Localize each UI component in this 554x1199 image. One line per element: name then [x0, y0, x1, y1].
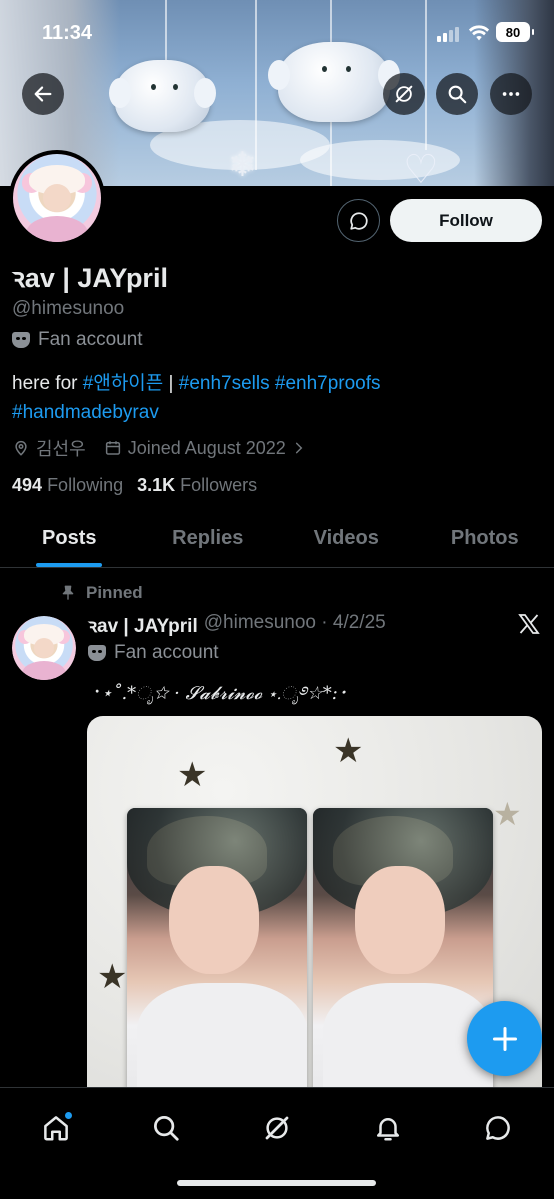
followers-count: 3.1K — [137, 475, 176, 495]
tab-photos[interactable]: Photos — [416, 510, 554, 567]
post-header: ꝛav | JAYpril @himesunoo · 4/2/25 — [88, 612, 386, 638]
tab-videos[interactable]: Videos — [277, 510, 416, 567]
bio-hashtag[interactable]: #앤하이픈 — [83, 373, 164, 394]
grok-icon — [395, 85, 413, 103]
avatar-image — [13, 154, 101, 242]
post-category-label: Fan account — [114, 642, 219, 663]
messages-icon — [486, 1116, 510, 1140]
message-icon — [349, 211, 368, 230]
followers-link[interactable]: 3.1K Followers — [137, 475, 257, 496]
following-label: Following — [47, 475, 124, 495]
mask-icon — [88, 645, 106, 661]
home-indicator[interactable] — [177, 1180, 376, 1186]
follow-button[interactable]: Follow — [390, 199, 542, 242]
post-author-name[interactable]: ꝛav | JAYpril — [88, 612, 198, 638]
media-star: ★ — [493, 796, 522, 832]
profile-category: Fan account — [12, 329, 143, 351]
display-name: ꝛav | JAYpril — [12, 263, 168, 293]
location-pin-icon — [15, 440, 27, 456]
bio-separator: | — [163, 373, 179, 394]
photocard — [313, 808, 493, 1088]
x-logo-icon — [518, 614, 540, 634]
battery-indicator: 80 — [496, 22, 534, 42]
pinned-label: Pinned — [86, 583, 143, 602]
profile-location: 김선우 — [12, 435, 86, 461]
profile-stats: 494 Following 3.1K Followers — [12, 475, 257, 496]
bell-icon — [377, 1118, 399, 1141]
profile-handle: @himesunoo — [12, 298, 125, 319]
chevron-right-icon — [295, 442, 303, 454]
profile-avatar[interactable] — [9, 150, 105, 246]
back-button[interactable] — [22, 73, 64, 115]
media-star: ★ — [97, 958, 128, 996]
media-star: ★ — [333, 732, 364, 770]
bio-text: here for — [12, 373, 83, 394]
nav-home[interactable] — [34, 1106, 78, 1150]
profile-tabs: Posts Replies Videos Photos — [0, 510, 554, 568]
calendar-icon — [105, 441, 120, 455]
tab-replies[interactable]: Replies — [139, 510, 278, 567]
profile-meta: 김선우 Joined August 2022 — [12, 435, 324, 461]
search-icon — [154, 1116, 179, 1141]
nav-messages[interactable] — [476, 1106, 520, 1150]
bio-hashtag[interactable]: #enh7proofs — [275, 373, 381, 394]
pin-icon — [62, 585, 74, 600]
mask-icon — [12, 332, 30, 348]
search-icon — [448, 85, 467, 104]
profile-joined[interactable]: Joined August 2022 — [104, 438, 306, 459]
post-avatar[interactable] — [12, 616, 76, 680]
message-button[interactable] — [337, 199, 380, 242]
nav-notifications[interactable] — [366, 1106, 410, 1150]
bio-hashtag[interactable]: #handmadebyrav — [12, 402, 159, 423]
profile-category-label: Fan account — [38, 329, 143, 350]
plus-icon — [492, 1026, 517, 1051]
more-icon — [502, 92, 520, 96]
profile-bio: here for #앤하이픈 | #enh7sells #enh7proofs … — [12, 369, 542, 427]
photocard — [127, 808, 307, 1088]
banner-snowflake: ❄ — [228, 146, 257, 184]
bio-hashtag[interactable]: #enh7sells — [179, 373, 270, 394]
banner-charm — [109, 60, 216, 132]
search-button[interactable] — [436, 73, 478, 115]
media-star: ★ — [177, 756, 208, 794]
back-arrow-icon — [34, 86, 52, 102]
post-handle-date: @himesunoo · 4/2/25 — [203, 612, 386, 633]
more-button[interactable] — [490, 73, 532, 115]
post-avatar-image — [12, 616, 76, 680]
grok-button[interactable] — [383, 73, 425, 115]
status-time: 11:34 — [42, 22, 93, 44]
following-link[interactable]: 494 Following — [12, 475, 123, 496]
nav-grok[interactable] — [255, 1106, 299, 1150]
wifi-icon — [468, 25, 490, 41]
compose-button[interactable] — [467, 1001, 542, 1076]
followers-label: Followers — [180, 475, 258, 495]
joined-label: Joined August 2022 — [127, 437, 286, 458]
pinned-indicator: Pinned — [60, 583, 143, 603]
grok-icon — [265, 1116, 289, 1140]
nav-search[interactable] — [144, 1106, 188, 1150]
notification-dot — [65, 1112, 72, 1119]
status-bar: 11:34 80 — [0, 0, 554, 62]
following-count: 494 — [12, 475, 43, 495]
post-category: Fan account — [88, 642, 219, 664]
location-label: 김선우 — [36, 439, 86, 459]
cellular-signal-icon — [437, 27, 459, 42]
tab-posts[interactable]: Posts — [0, 510, 139, 567]
banner-heart: ♡ — [403, 148, 439, 186]
